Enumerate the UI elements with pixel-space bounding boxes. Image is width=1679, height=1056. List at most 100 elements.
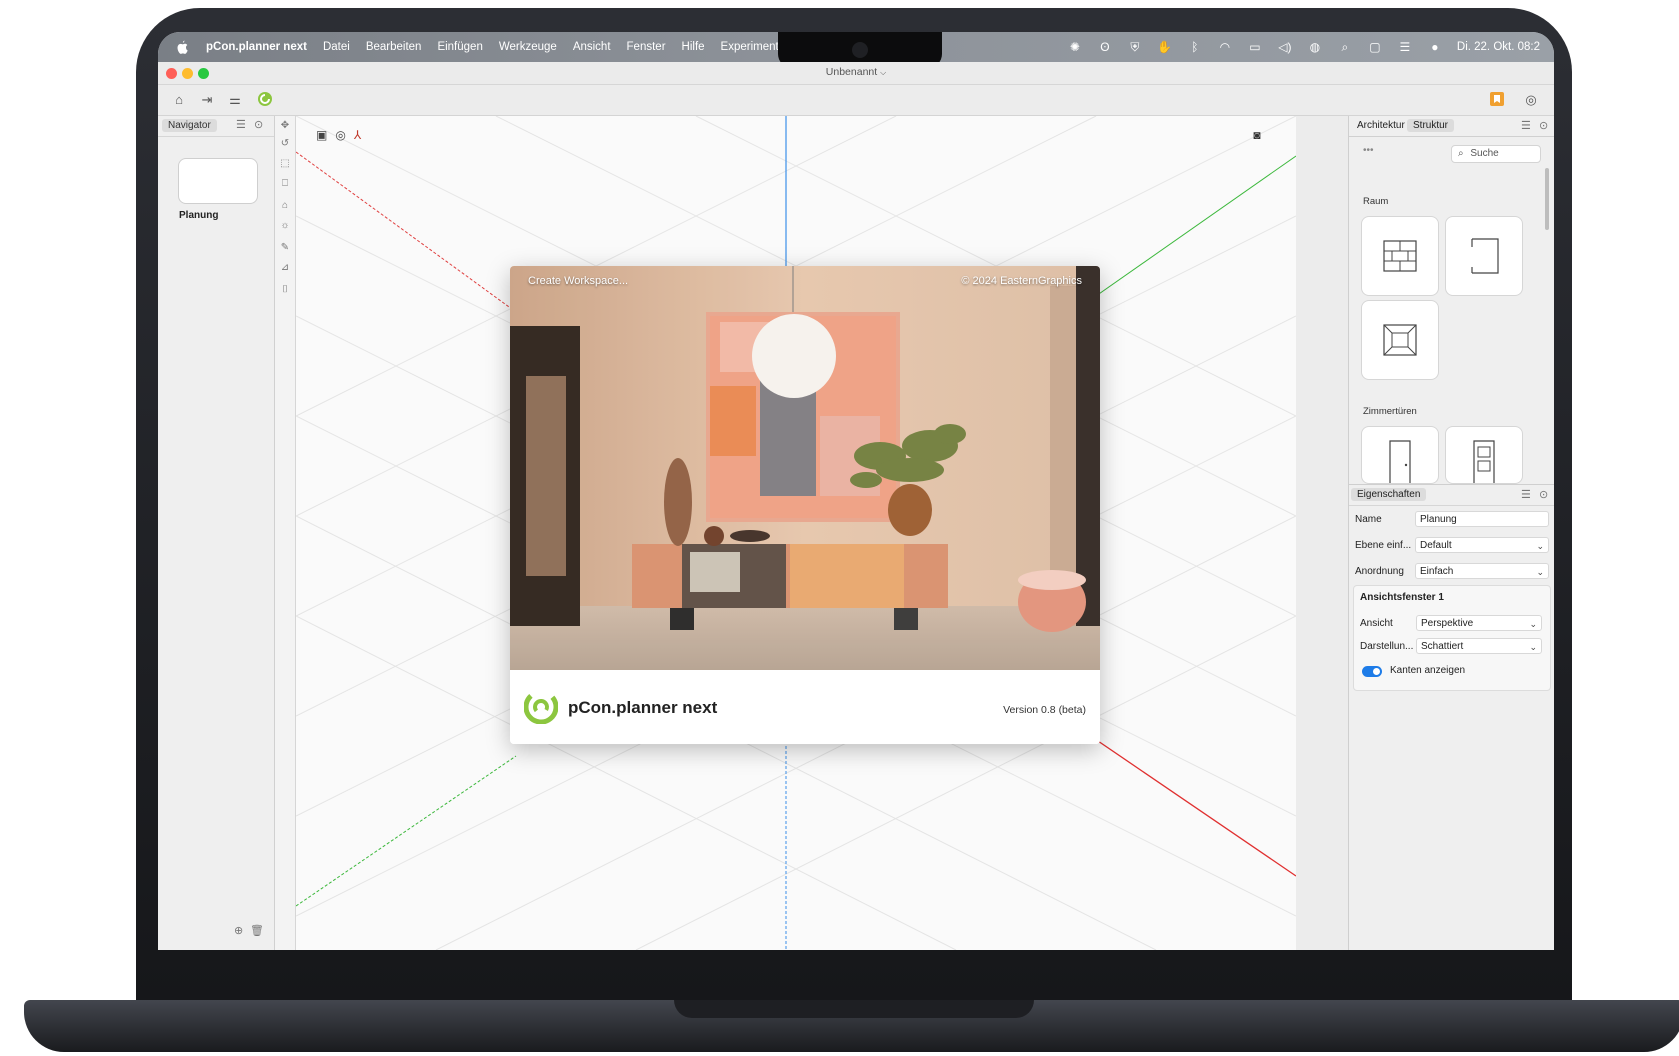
menu-clock[interactable]: Di. 22. Okt. 08:2	[1457, 41, 1540, 53]
catalog-tile-wall[interactable]	[1361, 216, 1439, 296]
search-icon: ⌕	[1458, 148, 1464, 159]
splash-dialog: Create Workspace... © 2024 EasternGraphi…	[510, 266, 1100, 744]
menu-fenster[interactable]: Fenster	[627, 41, 666, 53]
accessibility-icon[interactable]: ◍	[1307, 40, 1323, 54]
menu-ansicht[interactable]: Ansicht	[573, 41, 611, 53]
battery-icon[interactable]: ▭	[1247, 40, 1263, 54]
create-workspace-link[interactable]: Create Workspace...	[528, 275, 628, 287]
navigator-tab[interactable]: Navigator	[162, 119, 217, 132]
account-icon[interactable]: ◎	[1522, 91, 1540, 109]
control-center-icon[interactable]: ☰	[1397, 40, 1413, 54]
layer-select[interactable]: Default ⌄	[1415, 537, 1549, 553]
viewport-toolbar: ▣ ◎ ⅄	[316, 128, 361, 142]
laptop-hinge-notch	[674, 1000, 1034, 1018]
splash-footer: pCon.planner next Version 0.8 (beta)	[510, 670, 1100, 744]
menu-datei[interactable]: Datei	[323, 41, 350, 53]
display-select[interactable]: Schattiert ⌄	[1416, 638, 1542, 654]
catalog-tabs: Architektur Struktur ☰ ⊙	[1349, 116, 1554, 137]
name-field[interactable]: Planung	[1415, 511, 1549, 527]
visibility-icon[interactable]: ◎	[335, 128, 345, 142]
screenshot-camera-icon[interactable]: ◙	[1248, 128, 1266, 146]
menu-bearbeiten[interactable]: Bearbeiten	[366, 41, 422, 53]
window-titlebar: Unbenannt ⌵	[158, 62, 1554, 85]
openai-icon[interactable]: ✺	[1067, 40, 1083, 54]
navigator-panel: Navigator ☰ ⊙ Planung ⊕ 🗑︎	[158, 116, 275, 950]
search-icon[interactable]: ⌕	[1337, 40, 1353, 55]
menu-icon[interactable]: ☰	[236, 118, 246, 131]
tab-eigenschaften[interactable]: Eigenschaften	[1351, 488, 1427, 501]
move-icon[interactable]: ✥	[277, 118, 293, 134]
pcon-logo-icon[interactable]	[256, 91, 274, 109]
clip-icon[interactable]: ⌷	[277, 282, 293, 298]
door-tool-icon[interactable]: ⎕	[277, 176, 293, 192]
catalog-scrollbar[interactable]	[1545, 168, 1549, 230]
trash-icon[interactable]: 🗑︎	[250, 924, 264, 937]
arrangement-select[interactable]: Einfach ⌄	[1415, 563, 1549, 579]
add-icon[interactable]: ⊕	[234, 924, 243, 937]
properties-header: Eigenschaften ☰ ⊙	[1349, 485, 1554, 506]
view-select[interactable]: Perspektive ⌄	[1416, 615, 1542, 631]
status-area: ✺ ʘ ⛨ ✋ ᛒ ◠ ▭ ◁) ◍ ⌕ ▢ ☰ ● Di. 22. Okt. …	[1067, 32, 1540, 62]
roof-icon[interactable]: ⌂	[277, 198, 293, 214]
3d-viewport[interactable]: ▣ ◎ ⅄ ◙ Create Workspace... © 2024 Easte…	[296, 116, 1296, 950]
version-text: Version 0.8 (beta)	[1003, 704, 1086, 716]
planning-label[interactable]: Planung	[179, 210, 218, 221]
menu-icon[interactable]: ☰	[1521, 488, 1531, 501]
settings-sliders-icon[interactable]: ⚌	[226, 91, 244, 109]
collapse-icon[interactable]: ⊙	[1539, 488, 1548, 501]
viewport-section-title: Ansichtsfenster 1	[1360, 592, 1444, 603]
vertical-toolstrip: ✥ ↺ ⬚ ⎕ ⌂ ☼ ✎ ⊿ ⌷	[275, 116, 296, 950]
collapse-icon[interactable]: ⊙	[1539, 119, 1548, 132]
view-label: Ansicht	[1360, 618, 1393, 629]
axes-icon[interactable]: ⅄	[354, 128, 361, 142]
bluetooth-icon[interactable]: ᛒ	[1187, 40, 1203, 54]
import-icon[interactable]: ⇥	[198, 91, 216, 109]
copyright-text: © 2024 EasternGraphics	[961, 275, 1082, 287]
more-icon[interactable]: •••	[1363, 145, 1374, 156]
panel-door-icon	[1473, 440, 1495, 483]
frame-icon[interactable]: ⬚	[277, 156, 293, 172]
siri-icon[interactable]: ●	[1427, 40, 1443, 54]
apple-icon[interactable]	[176, 40, 188, 54]
screen-mirror-icon[interactable]: ▢	[1367, 40, 1383, 54]
edges-toggle[interactable]	[1362, 666, 1382, 677]
wifi-icon[interactable]: ◠	[1217, 40, 1233, 54]
menu-hilfe[interactable]: Hilfe	[682, 41, 705, 53]
sun-icon[interactable]: ☼	[277, 218, 293, 234]
menu-einfuegen[interactable]: Einfügen	[437, 41, 482, 53]
measure-icon[interactable]: ⊿	[277, 260, 293, 276]
section-zimmertueren: Zimmertüren	[1363, 406, 1417, 417]
pencil-icon[interactable]: ✎	[277, 240, 293, 256]
name-label: Name	[1355, 514, 1382, 525]
chevron-down-icon: ⌄	[1536, 567, 1544, 577]
navigator-header: Navigator ☰ ⊙	[158, 116, 274, 137]
shield-icon[interactable]: ⛨	[1127, 40, 1143, 55]
menu-app-name[interactable]: pCon.planner next	[206, 41, 307, 53]
menu-icon[interactable]: ☰	[1521, 119, 1531, 132]
room-3d-icon	[1383, 324, 1417, 356]
home-icon[interactable]: ⌂	[170, 91, 188, 109]
rotate-icon[interactable]: ↺	[277, 136, 293, 152]
catalog-search-input[interactable]: ⌕ Suche	[1451, 145, 1541, 163]
hand-icon[interactable]: ✋	[1157, 40, 1173, 54]
tab-architektur[interactable]: Architektur	[1351, 119, 1411, 132]
catalog-tile-room[interactable]	[1445, 216, 1523, 296]
planning-thumbnail[interactable]	[178, 158, 258, 204]
tab-struktur[interactable]: Struktur	[1407, 119, 1455, 132]
catalog-tile-door[interactable]	[1361, 426, 1439, 484]
volume-icon[interactable]: ◁)	[1277, 40, 1293, 54]
room-outline-icon	[1471, 238, 1499, 274]
collapse-icon[interactable]: ⊙	[254, 118, 263, 131]
brick-wall-icon	[1383, 240, 1417, 272]
pcon-logo-icon	[524, 690, 558, 724]
bookmark-icon[interactable]	[1488, 91, 1506, 109]
catalog-tile-ceiling[interactable]	[1361, 300, 1439, 380]
catalog-tile-panel-door[interactable]	[1445, 426, 1523, 484]
arrangement-label: Anordnung	[1355, 566, 1404, 577]
document-title[interactable]: Unbenannt ⌵	[158, 66, 1554, 78]
display-mode-icon[interactable]: ▣	[316, 128, 327, 142]
screen: pCon.planner next Datei Bearbeiten Einfü…	[158, 32, 1554, 950]
camera-icon	[852, 42, 868, 58]
creative-cloud-icon[interactable]: ʘ	[1097, 40, 1113, 54]
menu-werkzeuge[interactable]: Werkzeuge	[499, 41, 557, 53]
